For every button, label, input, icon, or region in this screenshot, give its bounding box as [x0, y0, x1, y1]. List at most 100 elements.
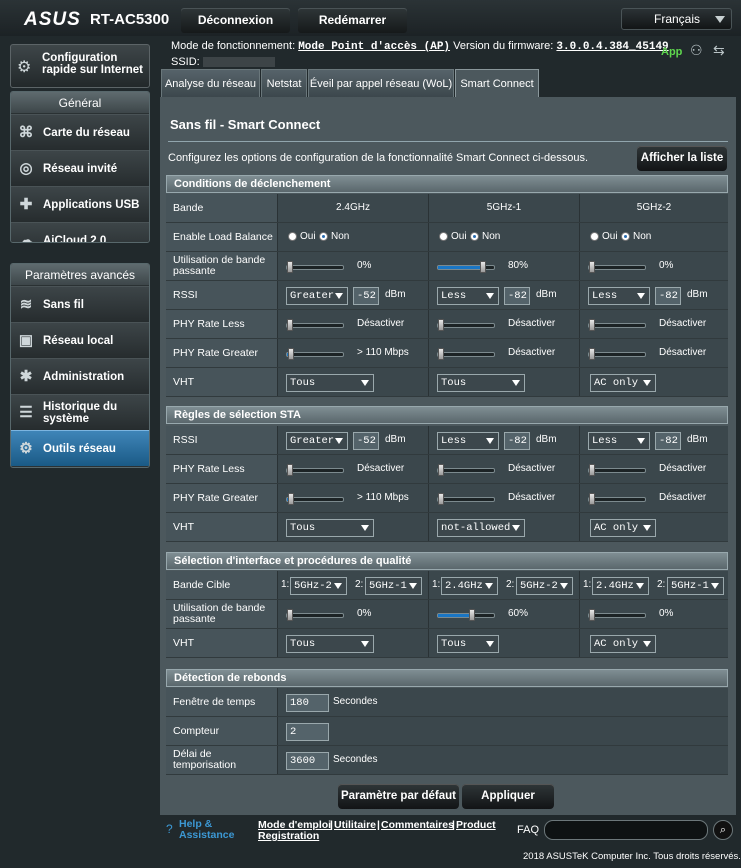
rssi-op-select[interactable]: Greater: [286, 432, 348, 450]
slider-knob[interactable]: [438, 319, 444, 331]
firmware-link[interactable]: 3.0.0.4.384_45149: [556, 41, 668, 53]
phy-greater-slider[interactable]: [286, 348, 344, 360]
bw-slider[interactable]: [286, 609, 344, 621]
vht-select[interactable]: Tous: [286, 374, 374, 392]
slider-knob[interactable]: [589, 261, 595, 273]
app-link[interactable]: App: [661, 46, 682, 58]
phy-less-slider[interactable]: [588, 464, 646, 476]
usb-icon[interactable]: ⇆: [713, 42, 725, 59]
sidebar-item-lan[interactable]: ▣ Réseau local: [11, 322, 149, 358]
sidebar-item-network-map[interactable]: ⌘ Carte du réseau: [11, 114, 149, 150]
utility-link[interactable]: Utilitaire: [334, 819, 376, 831]
phy-less-slider[interactable]: [588, 319, 646, 331]
radio-no[interactable]: [319, 232, 328, 241]
phy-greater-slider[interactable]: [588, 493, 646, 505]
rssi-op-select[interactable]: Less: [437, 287, 499, 305]
slider-knob[interactable]: [287, 609, 293, 621]
target-select[interactable]: 5GHz-1: [667, 577, 724, 595]
sidebar-item-network-tools[interactable]: ⚙ Outils réseau: [11, 430, 149, 466]
bw-slider[interactable]: [588, 261, 646, 273]
slider-knob[interactable]: [589, 319, 595, 331]
phy-less-slider[interactable]: [437, 464, 495, 476]
phy-greater-slider[interactable]: [286, 493, 344, 505]
bw-slider[interactable]: [286, 261, 344, 273]
vht-select[interactable]: Tous: [437, 374, 525, 392]
vht-select[interactable]: not-allowed: [437, 519, 525, 537]
vht-select[interactable]: Tous: [437, 635, 499, 653]
search-icon[interactable]: ⌕: [713, 820, 733, 840]
rssi-input[interactable]: -52: [353, 432, 379, 450]
vht-select[interactable]: AC only: [590, 374, 656, 392]
timeout-input[interactable]: 3600: [286, 752, 329, 770]
help-link[interactable]: Help & Assistance: [179, 819, 234, 841]
phy-less-slider[interactable]: [286, 464, 344, 476]
slider-knob[interactable]: [438, 464, 444, 476]
counter-input[interactable]: 2: [286, 723, 329, 741]
target-select[interactable]: 5GHz-2: [516, 577, 573, 595]
registration-link[interactable]: Registration: [258, 830, 319, 842]
phy-greater-slider[interactable]: [588, 348, 646, 360]
sidebar-item-guest-network[interactable]: ◎ Réseau invité: [11, 150, 149, 186]
target-select[interactable]: 5GHz-1: [365, 577, 422, 595]
slider-knob[interactable]: [287, 319, 293, 331]
apply-button[interactable]: Appliquer: [462, 784, 554, 809]
rssi-input[interactable]: -82: [504, 432, 530, 450]
bw-slider[interactable]: [588, 609, 646, 621]
slider-knob[interactable]: [287, 261, 293, 273]
sidebar-item-administration[interactable]: ✱ Administration: [11, 358, 149, 394]
rssi-input[interactable]: -82: [504, 287, 530, 305]
quick-setup-button[interactable]: ⚙ Configuration rapide sur Internet: [10, 44, 150, 88]
radio-yes[interactable]: [590, 232, 599, 241]
target-select[interactable]: 2.4GHz: [441, 577, 498, 595]
bw-slider[interactable]: [437, 261, 495, 273]
users-icon[interactable]: ⚇: [690, 42, 703, 59]
vht-select[interactable]: AC only: [590, 635, 656, 653]
phy-less-slider[interactable]: [437, 319, 495, 331]
rssi-input[interactable]: -52: [353, 287, 379, 305]
tab-netstat[interactable]: Netstat: [261, 69, 307, 97]
tab-network-analysis[interactable]: Analyse du réseau: [161, 69, 260, 97]
phy-greater-slider[interactable]: [437, 493, 495, 505]
slider-knob[interactable]: [288, 493, 294, 505]
slider-knob[interactable]: [480, 261, 486, 273]
slider-knob[interactable]: [438, 493, 444, 505]
vht-select[interactable]: Tous: [286, 519, 374, 537]
tab-smart-connect[interactable]: Smart Connect: [455, 69, 539, 97]
slider-knob[interactable]: [589, 609, 595, 621]
rssi-op-select[interactable]: Less: [588, 287, 650, 305]
radio-no[interactable]: [621, 232, 630, 241]
slider-knob[interactable]: [589, 493, 595, 505]
logout-button[interactable]: Déconnexion: [181, 8, 290, 33]
slider-knob[interactable]: [589, 348, 595, 360]
show-list-button[interactable]: Afficher la liste: [637, 146, 727, 171]
language-select[interactable]: Français: [621, 8, 732, 30]
sidebar-item-usb[interactable]: ✚ Applications USB: [11, 186, 149, 222]
target-select[interactable]: 2.4GHz: [592, 577, 649, 595]
tab-wol[interactable]: Éveil par appel réseau (WoL): [308, 69, 454, 97]
window-input[interactable]: 180: [286, 694, 329, 712]
faq-search-input[interactable]: [544, 820, 708, 840]
feedback-link[interactable]: Commentaires: [381, 819, 454, 831]
sidebar-item-system-log[interactable]: ☰ Historique du système: [11, 394, 149, 430]
radio-yes[interactable]: [439, 232, 448, 241]
radio-no[interactable]: [470, 232, 479, 241]
slider-knob[interactable]: [288, 348, 294, 360]
phy-greater-slider[interactable]: [437, 348, 495, 360]
slider-knob[interactable]: [438, 348, 444, 360]
bw-slider[interactable]: [437, 609, 495, 621]
slider-knob[interactable]: [589, 464, 595, 476]
vht-select[interactable]: Tous: [286, 635, 374, 653]
mode-link[interactable]: Mode Point d'accès (AP): [298, 41, 450, 53]
slider-knob[interactable]: [287, 464, 293, 476]
rssi-op-select[interactable]: Greater: [286, 287, 348, 305]
radio-yes[interactable]: [288, 232, 297, 241]
product-link[interactable]: Product: [456, 819, 496, 831]
rssi-input[interactable]: -82: [655, 287, 681, 305]
phy-less-slider[interactable]: [286, 319, 344, 331]
sidebar-item-wireless[interactable]: ≋ Sans fil: [11, 286, 149, 322]
sidebar-item-aicloud[interactable]: ☁ AiCloud 2.0: [11, 222, 149, 242]
rssi-op-select[interactable]: Less: [588, 432, 650, 450]
reboot-button[interactable]: Redémarrer: [298, 8, 407, 33]
rssi-op-select[interactable]: Less: [437, 432, 499, 450]
target-select[interactable]: 5GHz-2: [290, 577, 347, 595]
